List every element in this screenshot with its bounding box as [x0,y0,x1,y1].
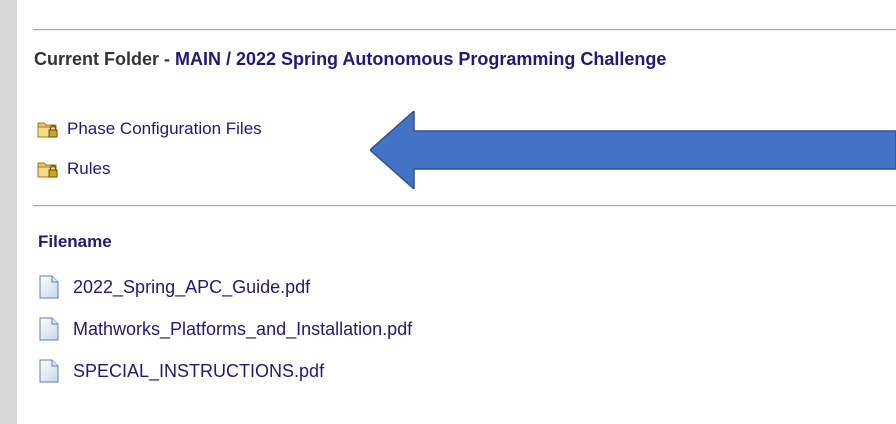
file-item-label: Mathworks_Platforms_and_Installation.pdf [73,318,413,339]
document-icon [39,275,59,299]
file-item-special-instructions[interactable]: SPECIAL_INSTRUCTIONS.pdf [39,358,324,384]
document-icon [39,317,59,341]
folder-item-rules[interactable]: Rules [37,157,110,181]
left-arrow-icon [370,111,896,189]
file-item-label: 2022_Spring_APC_Guide.pdf [73,276,311,297]
current-folder-label: Current Folder - [34,49,176,69]
current-folder-path[interactable]: MAIN / 2022 Spring Autonomous Programmin… [175,49,666,69]
top-divider [33,29,896,31]
locked-folder-icon [37,162,58,178]
folder-item-label: Phase Configuration Files [67,119,262,138]
filename-column-header[interactable]: Filename [38,232,112,252]
current-folder-breadcrumb: Current Folder - MAIN / 2022 Spring Auto… [34,49,666,70]
file-browser-panel: Current Folder - MAIN / 2022 Spring Auto… [17,0,896,424]
folder-item-label: Rules [67,159,111,178]
document-icon [39,359,59,383]
middle-divider [33,205,896,207]
file-item-mathworks-platforms-and-installation[interactable]: Mathworks_Platforms_and_Installation.pdf [39,316,412,342]
locked-folder-icon [37,122,58,138]
file-item-label: SPECIAL_INSTRUCTIONS.pdf [73,360,325,381]
folder-item-phase-configuration-files[interactable]: Phase Configuration Files [37,117,262,141]
file-item-2022-spring-apc-guide[interactable]: 2022_Spring_APC_Guide.pdf [39,274,310,300]
